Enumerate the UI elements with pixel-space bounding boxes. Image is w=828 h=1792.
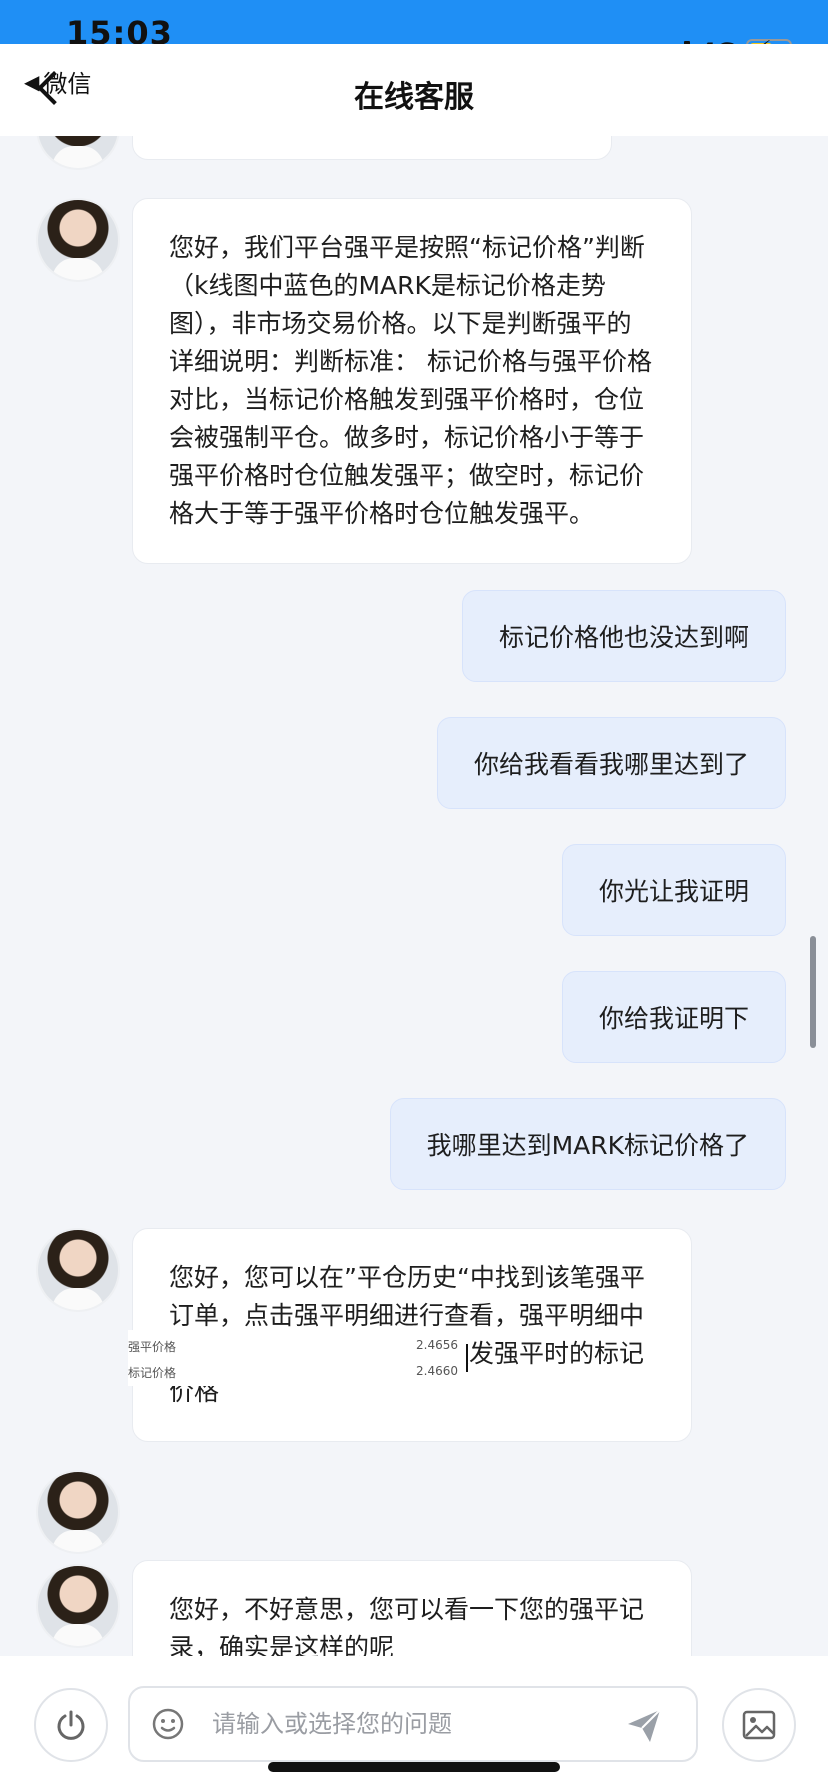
agent-avatar bbox=[36, 198, 120, 282]
mark-price-row: 标记价格 2.4660 bbox=[128, 1364, 468, 1381]
agent-message: 您好，不好意思，您可以看一下您的强平记录，确实是这样的呢 bbox=[132, 1560, 692, 1656]
send-icon[interactable] bbox=[624, 1706, 664, 1746]
agent-avatar bbox=[36, 1564, 120, 1648]
page-title: 在线客服 bbox=[354, 80, 474, 115]
agent-avatar bbox=[36, 136, 120, 170]
image-upload-button[interactable] bbox=[722, 1688, 796, 1762]
message-input-box[interactable] bbox=[128, 1686, 698, 1762]
user-message: 你光让我证明 bbox=[561, 844, 786, 936]
user-message: 标记价格他也没达到啊 bbox=[461, 590, 786, 682]
liquidation-price-row: 强平价格 2.4656 bbox=[128, 1338, 468, 1355]
price-label: 标记价格 bbox=[128, 1366, 177, 1380]
user-message: 你给我证明下 bbox=[561, 971, 786, 1063]
price-label: 强平价格 bbox=[128, 1340, 177, 1354]
image-icon bbox=[742, 1710, 776, 1740]
chat-scrollbar[interactable] bbox=[810, 936, 816, 1048]
power-icon bbox=[57, 1710, 85, 1740]
chat-area[interactable]: 您好，我们平台强平是按照“标记价格”判断（k线图中蓝色的MARK是标记价格走势图… bbox=[0, 136, 828, 1656]
price-value: 2.4660 bbox=[416, 1364, 458, 1378]
agent-avatar bbox=[36, 1470, 120, 1554]
nav-bar: ◀ 微信 在线客服 bbox=[0, 44, 828, 136]
user-message: 我哪里达到MARK标记价格了 bbox=[389, 1098, 786, 1190]
end-session-button[interactable] bbox=[34, 1688, 108, 1762]
agent-avatar bbox=[36, 1228, 120, 1312]
price-value: 2.4656 bbox=[416, 1338, 458, 1352]
cursor-line bbox=[466, 1344, 468, 1372]
message-bubble-partial bbox=[132, 136, 612, 160]
home-indicator[interactable] bbox=[268, 1762, 560, 1772]
price-screenshot-image[interactable]: 强平价格 2.4656 标记价格 2.4660 bbox=[128, 1330, 468, 1386]
agent-message: 您好，我们平台强平是按照“标记价格”判断（k线图中蓝色的MARK是标记价格走势图… bbox=[132, 198, 692, 564]
message-input[interactable] bbox=[210, 1702, 594, 1748]
emoji-icon[interactable] bbox=[152, 1708, 184, 1740]
user-message: 你给我看看我哪里达到了 bbox=[436, 717, 786, 809]
